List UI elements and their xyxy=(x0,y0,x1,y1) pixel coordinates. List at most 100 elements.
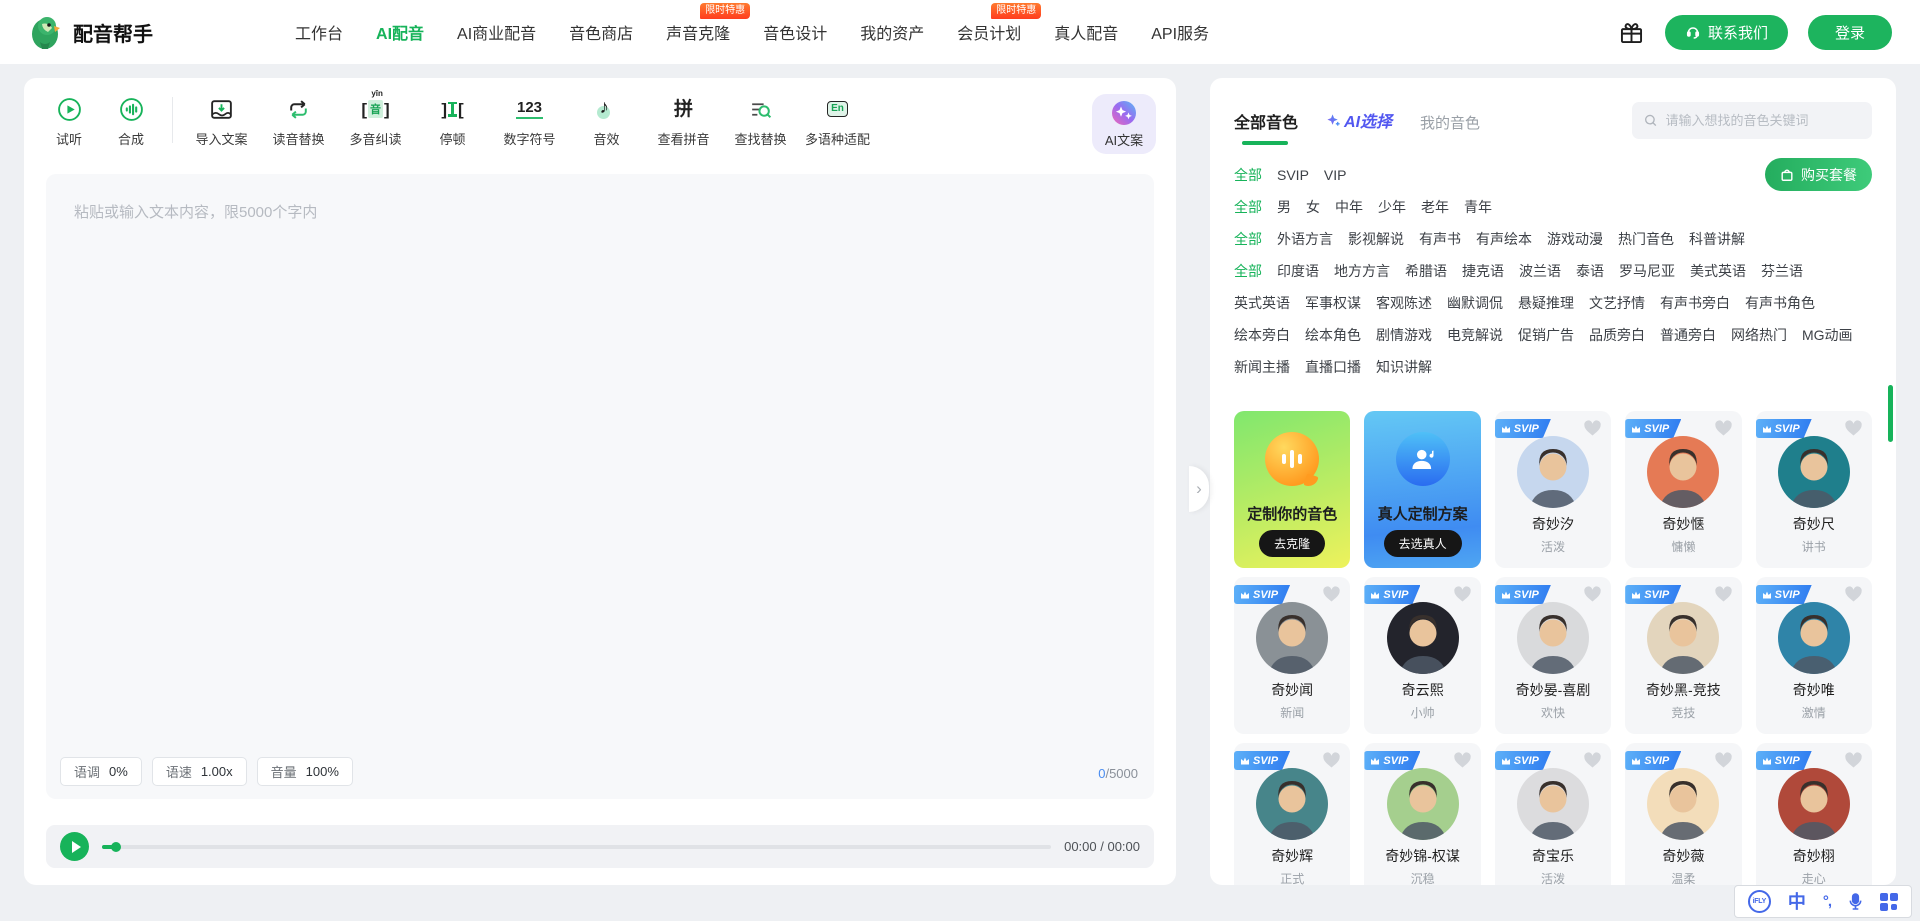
filter-chip[interactable]: 普通旁白 xyxy=(1660,319,1716,351)
filter-lead-all[interactable]: 全部 xyxy=(1234,255,1262,287)
nav-item[interactable]: 限时特惠 会员计划 xyxy=(957,20,1021,44)
polyphone-correct-button[interactable]: yīn[音] 多音纠读 xyxy=(337,96,414,148)
filter-chip[interactable]: 男 xyxy=(1277,191,1291,223)
filter-chip[interactable]: 少年 xyxy=(1378,191,1406,223)
filter-chip[interactable]: 美式英语 xyxy=(1690,255,1746,287)
nav-item[interactable]: 工作台 xyxy=(295,20,343,44)
filter-chip[interactable]: 芬兰语 xyxy=(1761,255,1803,287)
filter-lead-all[interactable]: 全部 xyxy=(1234,191,1262,223)
script-textarea[interactable]: 粘贴或输入文本内容，限5000个字内 语调 0% 语速 1.00x 音量 100… xyxy=(46,174,1154,799)
login-button[interactable]: 登录 xyxy=(1808,15,1892,50)
tab-my-voices[interactable]: 我的音色 xyxy=(1420,112,1480,133)
voice-card[interactable]: SVIP 奇妙晏-喜剧 欢快 xyxy=(1495,577,1611,734)
favorite-heart-icon[interactable] xyxy=(1714,752,1733,769)
tab-all-voices[interactable]: 全部音色 xyxy=(1234,109,1298,145)
filter-chip[interactable]: 外语方言 xyxy=(1277,223,1333,255)
ime-menu-grid-icon[interactable] xyxy=(1880,893,1898,911)
favorite-heart-icon[interactable] xyxy=(1844,586,1863,603)
filter-lead-all[interactable]: 全部 xyxy=(1234,223,1262,255)
filter-chip[interactable]: 捷克语 xyxy=(1462,255,1504,287)
filter-chip[interactable]: 新闻主播 xyxy=(1234,351,1290,383)
player-play-button[interactable] xyxy=(60,832,89,861)
voice-search-input[interactable] xyxy=(1666,113,1861,128)
filter-chip[interactable]: 罗马尼亚 xyxy=(1619,255,1675,287)
filter-chip[interactable]: 泰语 xyxy=(1576,255,1604,287)
filter-chip[interactable]: 英式英语 xyxy=(1234,287,1290,319)
multilingual-button[interactable]: En 多语种适配 xyxy=(799,96,876,148)
speed-control[interactable]: 语速 1.00x xyxy=(152,757,247,786)
pronunciation-replace-button[interactable]: 读音替换 xyxy=(260,96,337,148)
favorite-heart-icon[interactable] xyxy=(1583,420,1602,437)
pitch-control[interactable]: 语调 0% xyxy=(60,757,142,786)
favorite-heart-icon[interactable] xyxy=(1714,586,1733,603)
brand[interactable]: 配音帮手 xyxy=(28,14,153,50)
go-clone-button[interactable]: 去克隆 xyxy=(1259,530,1325,557)
collapse-panel-chevron[interactable]: › xyxy=(1189,466,1209,512)
favorite-heart-icon[interactable] xyxy=(1322,586,1341,603)
filter-chip[interactable]: 剧情游戏 xyxy=(1376,319,1432,351)
voice-card[interactable]: SVIP 奇妙锦-权谋 沉稳 xyxy=(1364,743,1480,885)
player-progress-track[interactable] xyxy=(102,845,1051,849)
favorite-heart-icon[interactable] xyxy=(1583,752,1602,769)
ime-mic-icon[interactable] xyxy=(1848,893,1863,910)
filter-chip[interactable]: 品质旁白 xyxy=(1589,319,1645,351)
voice-card[interactable]: SVIP 奇妙薇 温柔 xyxy=(1625,743,1741,885)
ime-punctuation-toggle[interactable]: °, xyxy=(1823,894,1831,909)
filter-chip[interactable]: MG动画 xyxy=(1802,319,1853,351)
tab-ai-select[interactable]: AI选择 xyxy=(1326,108,1392,132)
filter-chip[interactable]: 促销广告 xyxy=(1518,319,1574,351)
ifly-logo-icon[interactable]: iFLY xyxy=(1748,890,1771,913)
filter-chip[interactable]: 军事权谋 xyxy=(1305,287,1361,319)
voice-search-box[interactable] xyxy=(1632,102,1872,139)
voice-card[interactable]: SVIP 奇云熙 小帅 xyxy=(1364,577,1480,734)
nav-item[interactable]: 我的资产 xyxy=(860,20,924,44)
filter-chip[interactable]: 网络热门 xyxy=(1731,319,1787,351)
nav-item[interactable]: AI配音 xyxy=(376,20,424,44)
favorite-heart-icon[interactable] xyxy=(1322,752,1341,769)
filter-chip[interactable]: 电竞解说 xyxy=(1447,319,1503,351)
voice-card[interactable]: SVIP 奇妙唯 激情 xyxy=(1756,577,1872,734)
voice-card[interactable]: SVIP 奇妙汐 活泼 xyxy=(1495,411,1611,568)
view-pinyin-button[interactable]: 拼 查看拼音 xyxy=(645,96,722,148)
filter-chip[interactable]: 热门音色 xyxy=(1618,223,1674,255)
contact-us-button[interactable]: 联系我们 xyxy=(1665,15,1788,50)
human-voice-promo-card[interactable]: 真人定制方案 去选真人 xyxy=(1364,411,1480,568)
filter-chip[interactable]: 有声书角色 xyxy=(1745,287,1815,319)
filter-chip[interactable]: VIP xyxy=(1324,159,1347,191)
voice-card[interactable]: SVIP 奇妙栩 走心 xyxy=(1756,743,1872,885)
gift-icon[interactable] xyxy=(1618,19,1645,46)
filter-chip[interactable]: 青年 xyxy=(1464,191,1492,223)
filter-chip[interactable]: 科普讲解 xyxy=(1689,223,1745,255)
filter-chip[interactable]: 女 xyxy=(1306,191,1320,223)
nav-item[interactable]: 真人配音 xyxy=(1054,20,1118,44)
import-text-button[interactable]: 导入文案 xyxy=(183,96,260,148)
filter-chip[interactable]: 有声书 xyxy=(1419,223,1461,255)
player-progress-handle[interactable] xyxy=(111,842,121,852)
filter-chip[interactable]: 希腊语 xyxy=(1405,255,1447,287)
filter-chip[interactable]: 绘本旁白 xyxy=(1234,319,1290,351)
filter-lead-all[interactable]: 全部 xyxy=(1234,159,1262,191)
favorite-heart-icon[interactable] xyxy=(1844,752,1863,769)
find-replace-button[interactable]: 查找替换 xyxy=(722,96,799,148)
synthesize-button[interactable]: 合成 xyxy=(100,96,162,148)
voice-card[interactable]: SVIP 奇妙黑-竞技 竞技 xyxy=(1625,577,1741,734)
pause-button[interactable]: ][ 停顿 xyxy=(414,96,491,148)
custom-voice-promo-card[interactable]: 定制你的音色 去克隆 xyxy=(1234,411,1350,568)
filter-chip[interactable]: 中年 xyxy=(1335,191,1363,223)
voice-card[interactable]: SVIP 奇妙闻 新闻 xyxy=(1234,577,1350,734)
favorite-heart-icon[interactable] xyxy=(1844,420,1863,437)
choose-human-button[interactable]: 去选真人 xyxy=(1384,530,1462,557)
ime-language-toggle[interactable]: 中 xyxy=(1788,893,1806,911)
favorite-heart-icon[interactable] xyxy=(1453,752,1472,769)
volume-control[interactable]: 音量 100% xyxy=(257,757,353,786)
filter-chip[interactable]: 直播口播 xyxy=(1305,351,1361,383)
number-symbol-button[interactable]: 123 数字符号 xyxy=(491,96,568,148)
nav-item[interactable]: 音色商店 xyxy=(569,20,633,44)
filter-chip[interactable]: 绘本角色 xyxy=(1305,319,1361,351)
filter-chip[interactable]: 客观陈述 xyxy=(1376,287,1432,319)
nav-item[interactable]: API服务 xyxy=(1151,20,1209,44)
filter-chip[interactable]: 悬疑推理 xyxy=(1518,287,1574,319)
filter-chip[interactable]: 幽默调侃 xyxy=(1447,287,1503,319)
nav-item[interactable]: 音色设计 xyxy=(763,20,827,44)
sound-effect-button[interactable]: ♪ 音效 xyxy=(568,96,645,148)
